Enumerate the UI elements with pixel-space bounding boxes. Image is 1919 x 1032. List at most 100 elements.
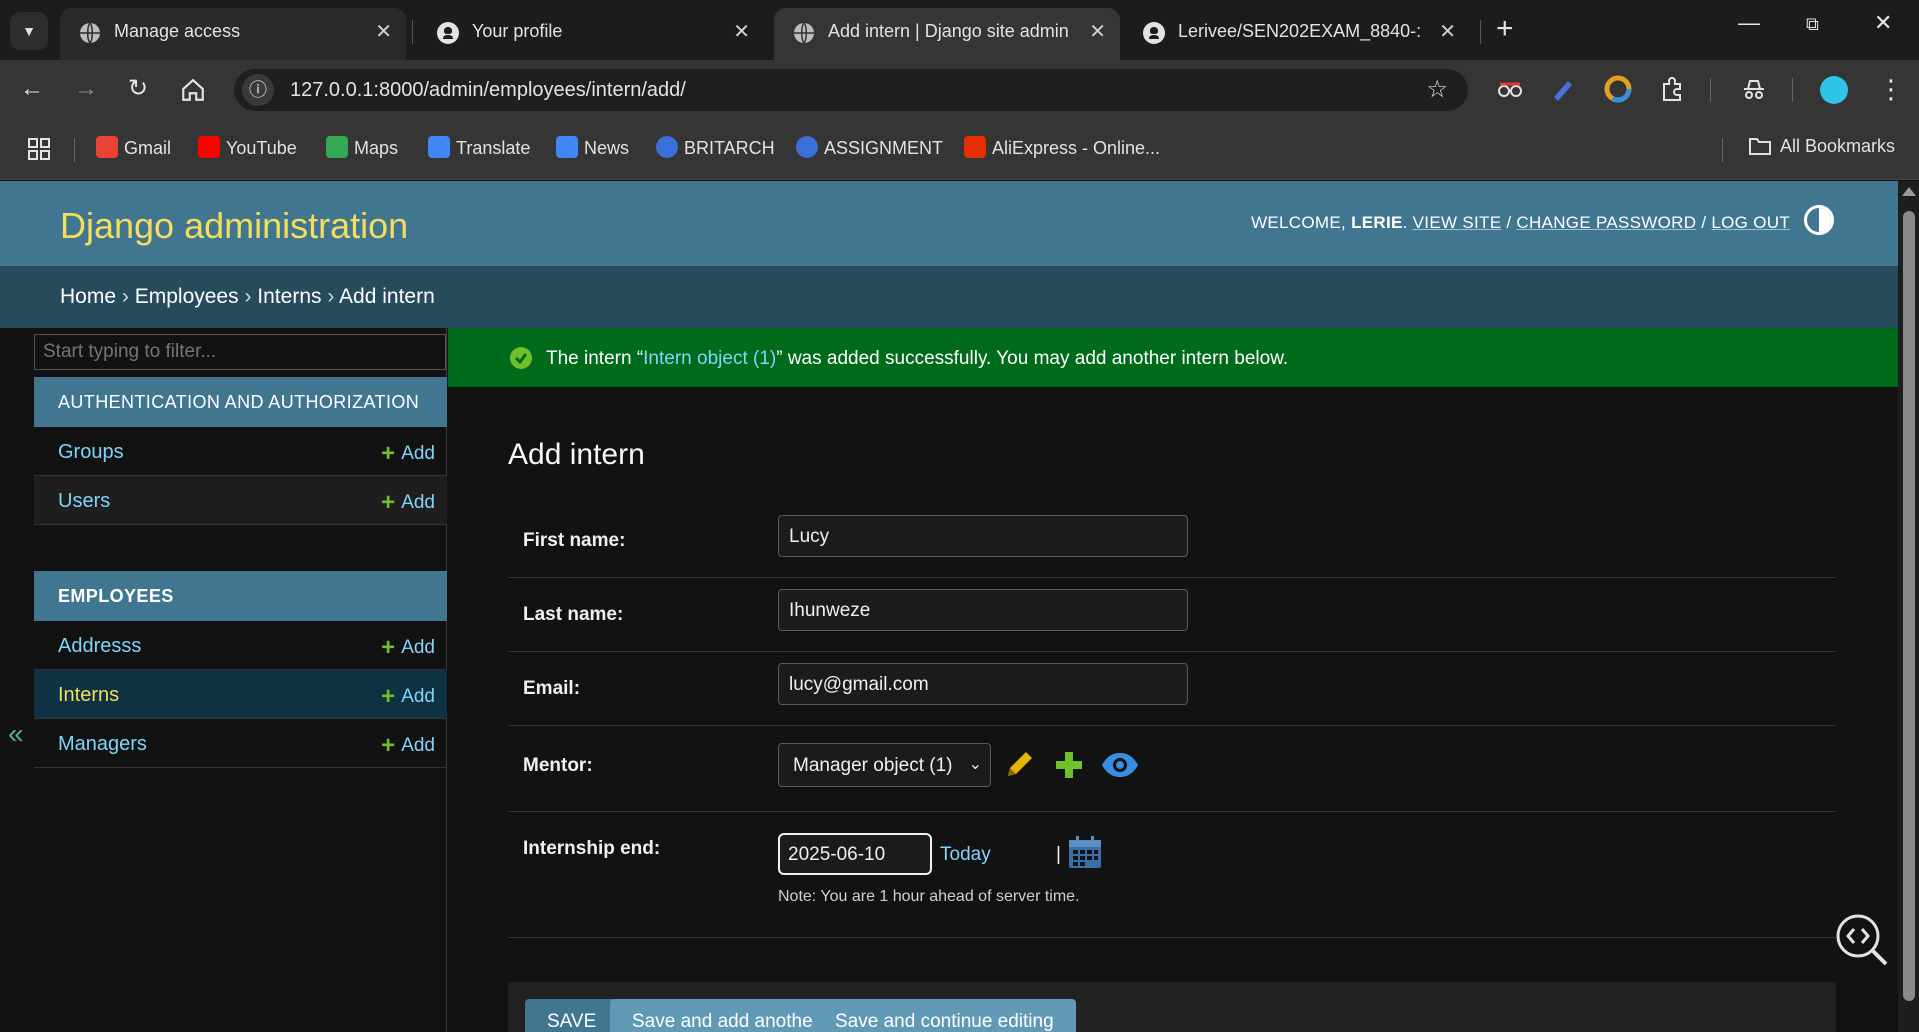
- change-related-pencil-icon[interactable]: [1002, 748, 1036, 782]
- form-row-mentor: Mentor: Manager object (1) ⌄: [508, 726, 1836, 812]
- new-tab-icon[interactable]: +: [1496, 12, 1514, 46]
- add-groups-link[interactable]: + Add: [381, 440, 435, 468]
- incognito-icon[interactable]: [1740, 75, 1768, 103]
- pen-extension-icon[interactable]: [1550, 75, 1578, 103]
- save-and-continue-button[interactable]: Save and continue editing: [813, 999, 1076, 1032]
- bookmark-maps[interactable]: Maps: [326, 136, 398, 159]
- forward-icon[interactable]: →: [74, 74, 98, 104]
- sidebar-item-addresss[interactable]: Addresss + Add: [34, 621, 447, 670]
- bookmark-britarch[interactable]: BRITARCH: [656, 136, 775, 159]
- folder-icon: [1749, 138, 1771, 155]
- close-icon[interactable]: ✕: [1089, 19, 1106, 44]
- sidebar-item-users[interactable]: Users + Add: [34, 476, 447, 525]
- bookmark-star-icon[interactable]: ☆: [1426, 75, 1448, 104]
- model-link-addresss[interactable]: Addresss: [58, 635, 141, 658]
- tools-separator: /: [1701, 213, 1707, 232]
- add-related-plus-icon[interactable]: [1052, 748, 1086, 782]
- reload-icon[interactable]: ↻: [128, 74, 148, 104]
- close-icon[interactable]: ✕: [733, 19, 750, 44]
- change-password-link[interactable]: CHANGE PASSWORD: [1516, 213, 1696, 232]
- bookmark-gmail[interactable]: Gmail: [96, 136, 171, 159]
- model-link-users[interactable]: Users: [58, 490, 110, 513]
- tab-add-intern[interactable]: Add intern | Django site admin ✕: [774, 8, 1120, 60]
- log-out-link[interactable]: LOG OUT: [1711, 213, 1790, 232]
- today-shortcut-link[interactable]: Today: [940, 844, 991, 866]
- site-info-icon[interactable]: ⓘ: [242, 74, 274, 106]
- collapse-sidebar-icon[interactable]: «: [8, 718, 24, 750]
- add-users-link[interactable]: + Add: [381, 489, 435, 517]
- sidebar-item-managers[interactable]: Managers + Add: [34, 719, 447, 768]
- apps-grid-icon[interactable]: [28, 138, 50, 160]
- address-bar[interactable]: ⓘ 127.0.0.1:8000/admin/employees/intern/…: [234, 69, 1468, 111]
- scroll-up-icon[interactable]: [1902, 187, 1916, 196]
- model-link-managers[interactable]: Managers: [58, 733, 147, 756]
- back-icon[interactable]: ←: [20, 74, 44, 104]
- extensions-icon[interactable]: [1658, 75, 1686, 103]
- maps-icon: [326, 136, 348, 158]
- view-related-eye-icon[interactable]: [1100, 748, 1140, 782]
- youtube-icon: [198, 136, 220, 158]
- sidebar-item-groups[interactable]: Groups + Add: [34, 427, 447, 476]
- minimize-icon[interactable]: —: [1738, 10, 1760, 36]
- add-addresss-link[interactable]: + Add: [381, 634, 435, 662]
- bookmark-label: News: [584, 138, 630, 158]
- calendar-icon[interactable]: [1067, 834, 1103, 870]
- breadcrumb-home[interactable]: Home: [60, 285, 116, 308]
- model-link-groups[interactable]: Groups: [58, 441, 124, 464]
- add-managers-link[interactable]: + Add: [381, 732, 435, 760]
- tab-title: Add intern | Django site admin: [828, 21, 1069, 41]
- gmail-icon: [96, 136, 118, 158]
- tab-search-button[interactable]: ▼: [10, 12, 48, 50]
- close-icon[interactable]: ✕: [375, 19, 392, 44]
- window-close-icon[interactable]: ✕: [1874, 10, 1892, 36]
- sidebar-filter-input[interactable]: [34, 334, 446, 370]
- code-lens-icon[interactable]: [1834, 912, 1890, 968]
- module-auth-caption[interactable]: AUTHENTICATION AND AUTHORIZATION: [34, 377, 447, 427]
- email-field[interactable]: lucy@gmail.com: [778, 663, 1188, 705]
- bookmark-aliexpress[interactable]: AliExpress - Online...: [964, 136, 1160, 159]
- breadcrumb-employees[interactable]: Employees: [135, 285, 239, 308]
- tab-manage-access[interactable]: Manage access ✕: [60, 8, 406, 60]
- page-scrollbar[interactable]: [1898, 181, 1919, 1032]
- tab-title: Your profile: [472, 21, 563, 41]
- site-branding[interactable]: Django administration: [60, 205, 408, 247]
- breadcrumb: Home › Employees › Interns › Add intern: [0, 266, 1898, 328]
- restore-icon[interactable]: ⧉: [1806, 14, 1819, 35]
- bookmark-news[interactable]: News: [556, 136, 629, 159]
- main-content: The intern “Intern object (1)” was added…: [448, 328, 1898, 1032]
- first-name-field[interactable]: Lucy: [778, 515, 1188, 557]
- avatar[interactable]: [1820, 76, 1848, 104]
- add-interns-link[interactable]: + Add: [381, 683, 435, 711]
- close-icon[interactable]: ✕: [1439, 19, 1456, 44]
- view-site-link[interactable]: VIEW SITE: [1413, 213, 1502, 232]
- add-plus-icon: +: [381, 634, 396, 661]
- mentor-label: Mentor:: [523, 755, 593, 776]
- sidebar-item-interns[interactable]: Interns + Add: [34, 670, 447, 719]
- last-name-field[interactable]: Ihunweze: [778, 589, 1188, 631]
- module-employees-caption[interactable]: EMPLOYEES: [34, 571, 447, 621]
- sidebar-toggle[interactable]: «: [0, 328, 34, 1032]
- menu-icon[interactable]: ⋮: [1878, 74, 1904, 104]
- save-button[interactable]: SAVE: [525, 999, 619, 1032]
- tab-github-repo[interactable]: Lerivee/SEN202EXAM_8840-: St ✕: [1124, 8, 1470, 60]
- breadcrumb-interns[interactable]: Interns: [257, 285, 321, 308]
- bookmark-label: ASSIGNMENT: [824, 138, 944, 158]
- internship-end-date-field[interactable]: 2025-06-10: [778, 833, 932, 875]
- theme-toggle-icon[interactable]: [1804, 205, 1834, 235]
- breadcrumb-separator: ›: [121, 285, 129, 308]
- mentor-select[interactable]: Manager object (1) ⌄: [778, 743, 991, 787]
- bookmark-label: AliExpress - Online...: [992, 138, 1161, 158]
- glasses-extension-icon[interactable]: [1496, 75, 1524, 103]
- home-icon[interactable]: [180, 77, 206, 103]
- all-bookmarks-button[interactable]: All Bookmarks: [1748, 136, 1895, 157]
- scrollbar-thumb[interactable]: [1903, 211, 1915, 1001]
- color-extension-icon[interactable]: [1604, 75, 1632, 103]
- bookmark-youtube[interactable]: YouTube: [198, 136, 297, 159]
- tab-your-profile[interactable]: Your profile ✕: [418, 8, 764, 60]
- save-and-add-another-button[interactable]: Save and add another: [610, 999, 841, 1032]
- bookmark-translate[interactable]: Translate: [428, 136, 530, 159]
- intern-object-link[interactable]: Intern object (1): [643, 348, 776, 369]
- bookmark-assignment[interactable]: ASSIGNMENT: [796, 136, 943, 159]
- message-suffix: ” was added successfully. You may add an…: [776, 348, 1289, 369]
- model-link-interns[interactable]: Interns: [58, 684, 119, 707]
